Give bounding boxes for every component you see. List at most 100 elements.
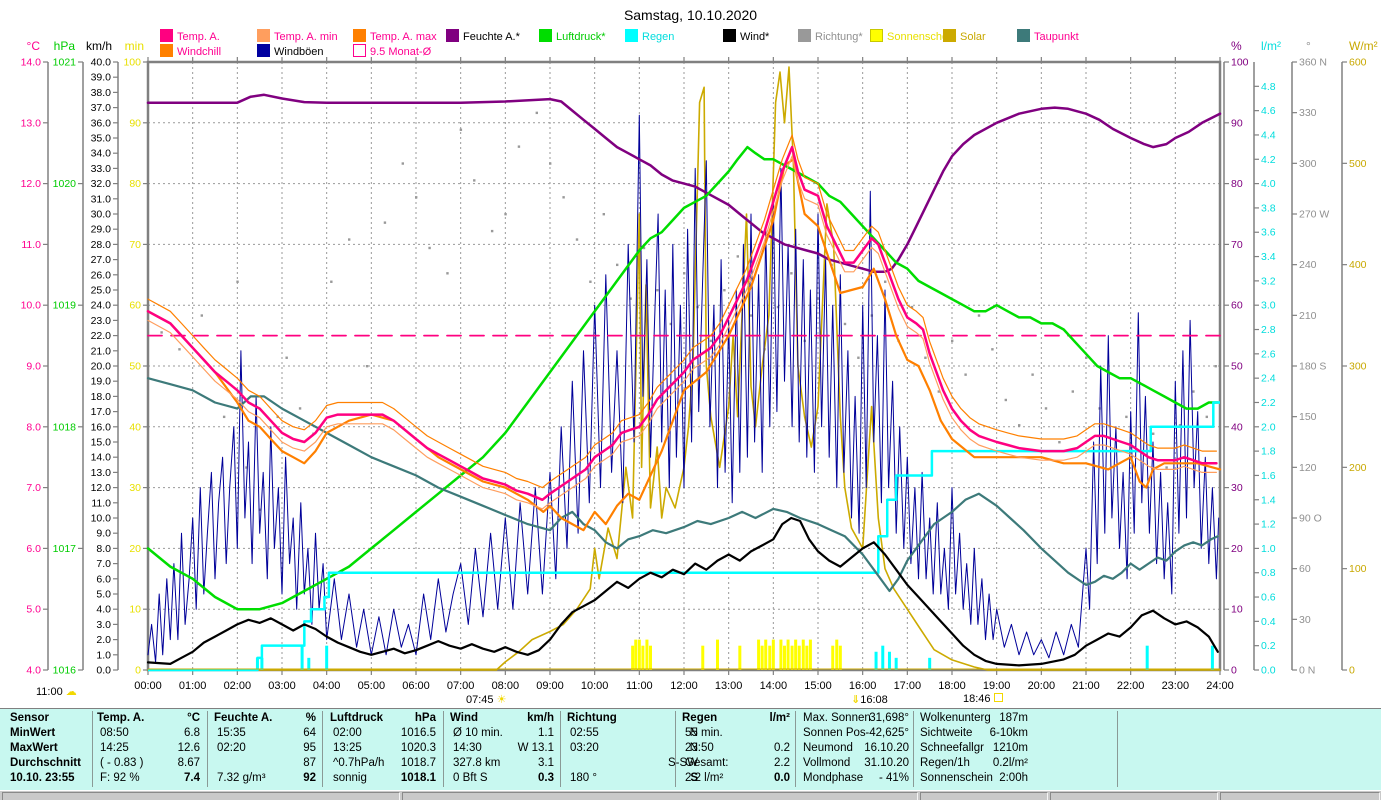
axis-tick-label: 8.0	[96, 543, 111, 555]
sun-below-horizon-icon	[993, 693, 1003, 702]
moon-icon: ☁	[65, 686, 77, 698]
axis-tick-label: 6.0	[26, 543, 41, 555]
x-axis-label: 18:00	[938, 680, 966, 692]
table-cell-value: 8.67	[177, 757, 200, 769]
series-richtung-dot	[656, 289, 659, 292]
axis-tick-label: 4.2	[1261, 154, 1276, 166]
series-richtung-dot	[1165, 466, 1168, 469]
axis-tick-label: 24.0	[91, 300, 112, 312]
table-cell-value: W 13.1	[517, 742, 554, 754]
axis-tick-label: 0.8	[1261, 567, 1276, 579]
series-richtung-dot	[884, 280, 887, 283]
axis-tick-label: 4.6	[1261, 105, 1276, 117]
axis-tick-label: 13.0	[21, 117, 42, 129]
weather-chart: °C hPa km/h min% l/m² ° W/m² 4.0 5.0 6.0 7.0 8.0 9.0…	[21, 39, 1378, 692]
x-axis-label: 22:00	[1117, 680, 1145, 692]
axis-tick-label: 4.0	[1261, 178, 1276, 190]
series-richtung-dot	[683, 272, 686, 275]
axis-tick-label: 19.0	[91, 376, 112, 388]
table-cell-value: 3.1	[538, 757, 554, 769]
axis-tick-label: 20	[129, 543, 141, 555]
axis-unit-label: °	[1306, 39, 1311, 53]
series-richtung-dot	[991, 348, 994, 351]
sunrise-time: 07:45	[466, 694, 494, 706]
series-richtung-dot	[517, 145, 521, 148]
moonset-time: 16:08	[860, 694, 888, 706]
table-cell-value: 12.6	[177, 742, 200, 754]
axis-tick-label: 40	[129, 421, 141, 433]
axis-unit-label: min	[125, 39, 144, 53]
axis-tick-label: 90	[1231, 117, 1243, 129]
axis-tick-label: 37.0	[91, 102, 112, 114]
axis-tick-label: 3.8	[1261, 202, 1276, 214]
table-cell-value: 1016.5	[400, 727, 436, 739]
table-info-value: 0.2l/m²	[992, 757, 1028, 769]
axis-tick-label: 0	[1231, 665, 1237, 677]
axis-tick-label: 4.0	[26, 665, 41, 677]
series-richtung-dot	[298, 407, 302, 410]
axis-tick-label: 120	[1299, 462, 1317, 474]
x-axis-label: 19:00	[983, 680, 1011, 692]
axis-tick-label: 100	[123, 57, 141, 69]
axis-tick-label: 10.0	[91, 513, 112, 525]
table-cell-value: N	[689, 727, 698, 739]
table-cell-label: 55 min.	[685, 727, 723, 739]
table-cell-value: 1.1	[538, 727, 554, 739]
series-richtung-dot	[602, 213, 605, 216]
axis-tick-label: 1.0	[1261, 543, 1276, 555]
axis-tick-label: 12.0	[21, 178, 42, 190]
axis-tick-label: 200	[1349, 462, 1367, 474]
x-axis-label: 05:00	[358, 680, 386, 692]
axis-tick-label: 400	[1349, 259, 1367, 271]
x-axis-label: 24:00	[1206, 680, 1234, 692]
x-axis-label: 09:00	[536, 680, 564, 692]
axis-tick-label: 360 N	[1299, 57, 1327, 69]
axis-tick-label: 1.6	[1261, 470, 1276, 482]
axis-tick-label: 40	[1231, 421, 1243, 433]
axis-tick-label: 80	[129, 178, 141, 190]
axis-tick-label: 4.8	[1261, 81, 1276, 93]
axis-tick-label: 30	[1231, 482, 1243, 494]
axis-tick-label: 31.0	[91, 193, 112, 205]
axis-tick-label: 240	[1299, 259, 1317, 271]
series-richtung-dot	[1018, 424, 1021, 427]
status-bar-panel	[920, 792, 1048, 800]
table-cell-value: 1018.7	[400, 757, 436, 769]
x-axis-label: 15:00	[804, 680, 832, 692]
series-richtung-dot	[750, 314, 753, 317]
axis-tick-label: 20	[1231, 543, 1243, 555]
x-axis-label: 16:00	[849, 680, 877, 692]
axis-tick-label: 1.0	[96, 649, 111, 661]
axis-tick-label: 60	[1231, 300, 1243, 312]
axis-tick-label: 32.0	[91, 178, 112, 190]
axis-tick-label: 38.0	[91, 87, 112, 99]
axis-tick-label: 35.0	[91, 133, 112, 145]
axis-tick-label: 50	[129, 361, 141, 373]
series-richtung-dot	[236, 280, 239, 283]
axis-tick-label: 2.8	[1261, 324, 1276, 336]
table-cell-value: 64	[303, 727, 316, 739]
series-richtung-dot	[1058, 441, 1061, 444]
axis-tick-label: 5.0	[26, 604, 41, 616]
series-richtung-dot	[490, 229, 494, 233]
axis-tick-label: 0.4	[1261, 616, 1276, 628]
axis-tick-label: 30.0	[91, 209, 112, 221]
x-axis-label: 02:00	[224, 680, 252, 692]
table-divider	[560, 711, 561, 787]
series-temp-a-	[146, 145, 1218, 502]
table-info-value: - 41%	[878, 772, 909, 784]
table-cell-value: 1020.3	[400, 742, 436, 754]
series-richtung-dot	[736, 255, 739, 258]
series-richtung-dot	[977, 314, 981, 317]
table-cell-value: 1018.1	[400, 772, 436, 784]
axis-tick-label: 80	[1231, 178, 1243, 190]
series-richtung-dot	[1085, 356, 1088, 359]
x-axis-label: 14:00	[760, 680, 788, 692]
series-richtung-dot	[200, 314, 203, 317]
table-col-unit: l/m²	[769, 712, 790, 724]
x-axis-label: 23:00	[1162, 680, 1190, 692]
axis-tick-label: 10	[129, 604, 141, 616]
axis-tick-label: 0	[1349, 665, 1355, 677]
axis-tick-label: 60	[129, 300, 141, 312]
status-bar-panel	[1050, 792, 1218, 800]
